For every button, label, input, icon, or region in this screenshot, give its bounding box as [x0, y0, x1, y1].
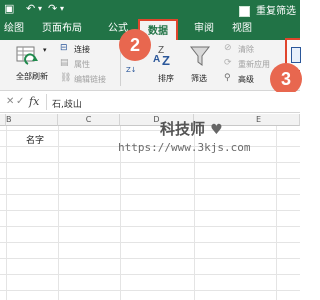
confirm-entry-icon[interactable]: ✓ — [16, 96, 24, 107]
gridline — [0, 258, 300, 259]
watermark-url: https://www.3kjs.com — [118, 141, 251, 154]
column-header-c[interactable]: C — [58, 114, 120, 126]
refresh-all-button[interactable] — [14, 43, 40, 67]
tab-view[interactable]: 视图 — [232, 22, 252, 36]
watermark-brand: 科技师 ♥ — [160, 118, 223, 139]
step-2-callout: 2 — [119, 29, 151, 61]
svg-text:Z: Z — [162, 53, 170, 68]
gridline — [0, 274, 300, 275]
gridline — [0, 210, 300, 211]
gridline — [0, 178, 300, 179]
save-icon[interactable]: ▣ — [4, 2, 14, 16]
refresh-all-label: 全部刷新 — [16, 72, 48, 81]
edit-links-icon: ⛓ — [60, 73, 72, 83]
cell-c2[interactable]: 名字 — [26, 133, 44, 146]
workbook-icon — [238, 5, 250, 17]
svg-text:A: A — [153, 54, 160, 65]
undo-dropdown-icon[interactable]: ▾ — [38, 2, 42, 16]
gridline — [0, 162, 300, 163]
clear-icon: ⊘ — [224, 43, 232, 53]
step-3-callout: 3 — [270, 63, 302, 95]
advanced-icon: ⚲ — [224, 73, 231, 83]
properties-button[interactable]: 属性 — [74, 59, 90, 70]
gridline — [0, 290, 300, 291]
gridline — [0, 194, 300, 195]
heart-icon: ♥ — [210, 122, 223, 138]
advanced-button[interactable]: 高级 — [238, 74, 254, 85]
redo-icon[interactable]: ↷ — [48, 2, 57, 16]
sort-desc-icon[interactable]: Z↓ — [126, 66, 137, 74]
filter-icon — [189, 46, 211, 66]
reapply-icon: ⟳ — [224, 58, 232, 68]
sort-button[interactable]: Z Z A — [152, 42, 178, 68]
formula-input[interactable]: 石,歧山 — [52, 97, 82, 110]
filter-button[interactable] — [189, 44, 211, 68]
column-header-b[interactable]: B — [6, 114, 58, 126]
sort-label: 排序 — [158, 74, 174, 83]
filter-label: 筛选 — [191, 74, 207, 83]
watermark-brand-text: 科技师 — [160, 120, 206, 138]
connections-button[interactable]: 连接 — [74, 44, 90, 55]
gridline — [0, 242, 300, 243]
formula-bar-divider — [46, 94, 47, 110]
properties-icon: ▤ — [60, 58, 69, 68]
clear-button[interactable]: 清除 — [238, 44, 254, 55]
tab-page-layout[interactable]: 页面布局 — [42, 22, 82, 36]
edit-links-button[interactable]: 编辑链接 — [74, 74, 106, 85]
reapply-button[interactable]: 重新应用 — [238, 59, 270, 70]
tab-review[interactable]: 审阅 — [194, 22, 214, 36]
gridline — [0, 226, 300, 227]
undo-icon[interactable]: ↶ — [26, 2, 35, 16]
window-title: 重复筛选 — [238, 2, 296, 17]
refresh-all-icon — [16, 46, 38, 65]
gridline — [0, 130, 300, 131]
refresh-dropdown-icon[interactable]: ▾ — [43, 46, 47, 54]
cancel-entry-icon[interactable]: ✕ — [6, 96, 14, 107]
customize-toolbar-icon[interactable]: ▾ — [60, 2, 64, 16]
formula-bar — [0, 92, 300, 113]
window-title-text: 重复筛选 — [256, 6, 296, 17]
sort-icon: Z Z A — [153, 45, 170, 68]
insert-function-button[interactable]: fx — [29, 95, 39, 108]
connections-icon: ⊟ — [60, 43, 68, 53]
text-to-columns-icon — [291, 47, 301, 63]
tab-draw[interactable]: 绘图 — [4, 22, 24, 36]
